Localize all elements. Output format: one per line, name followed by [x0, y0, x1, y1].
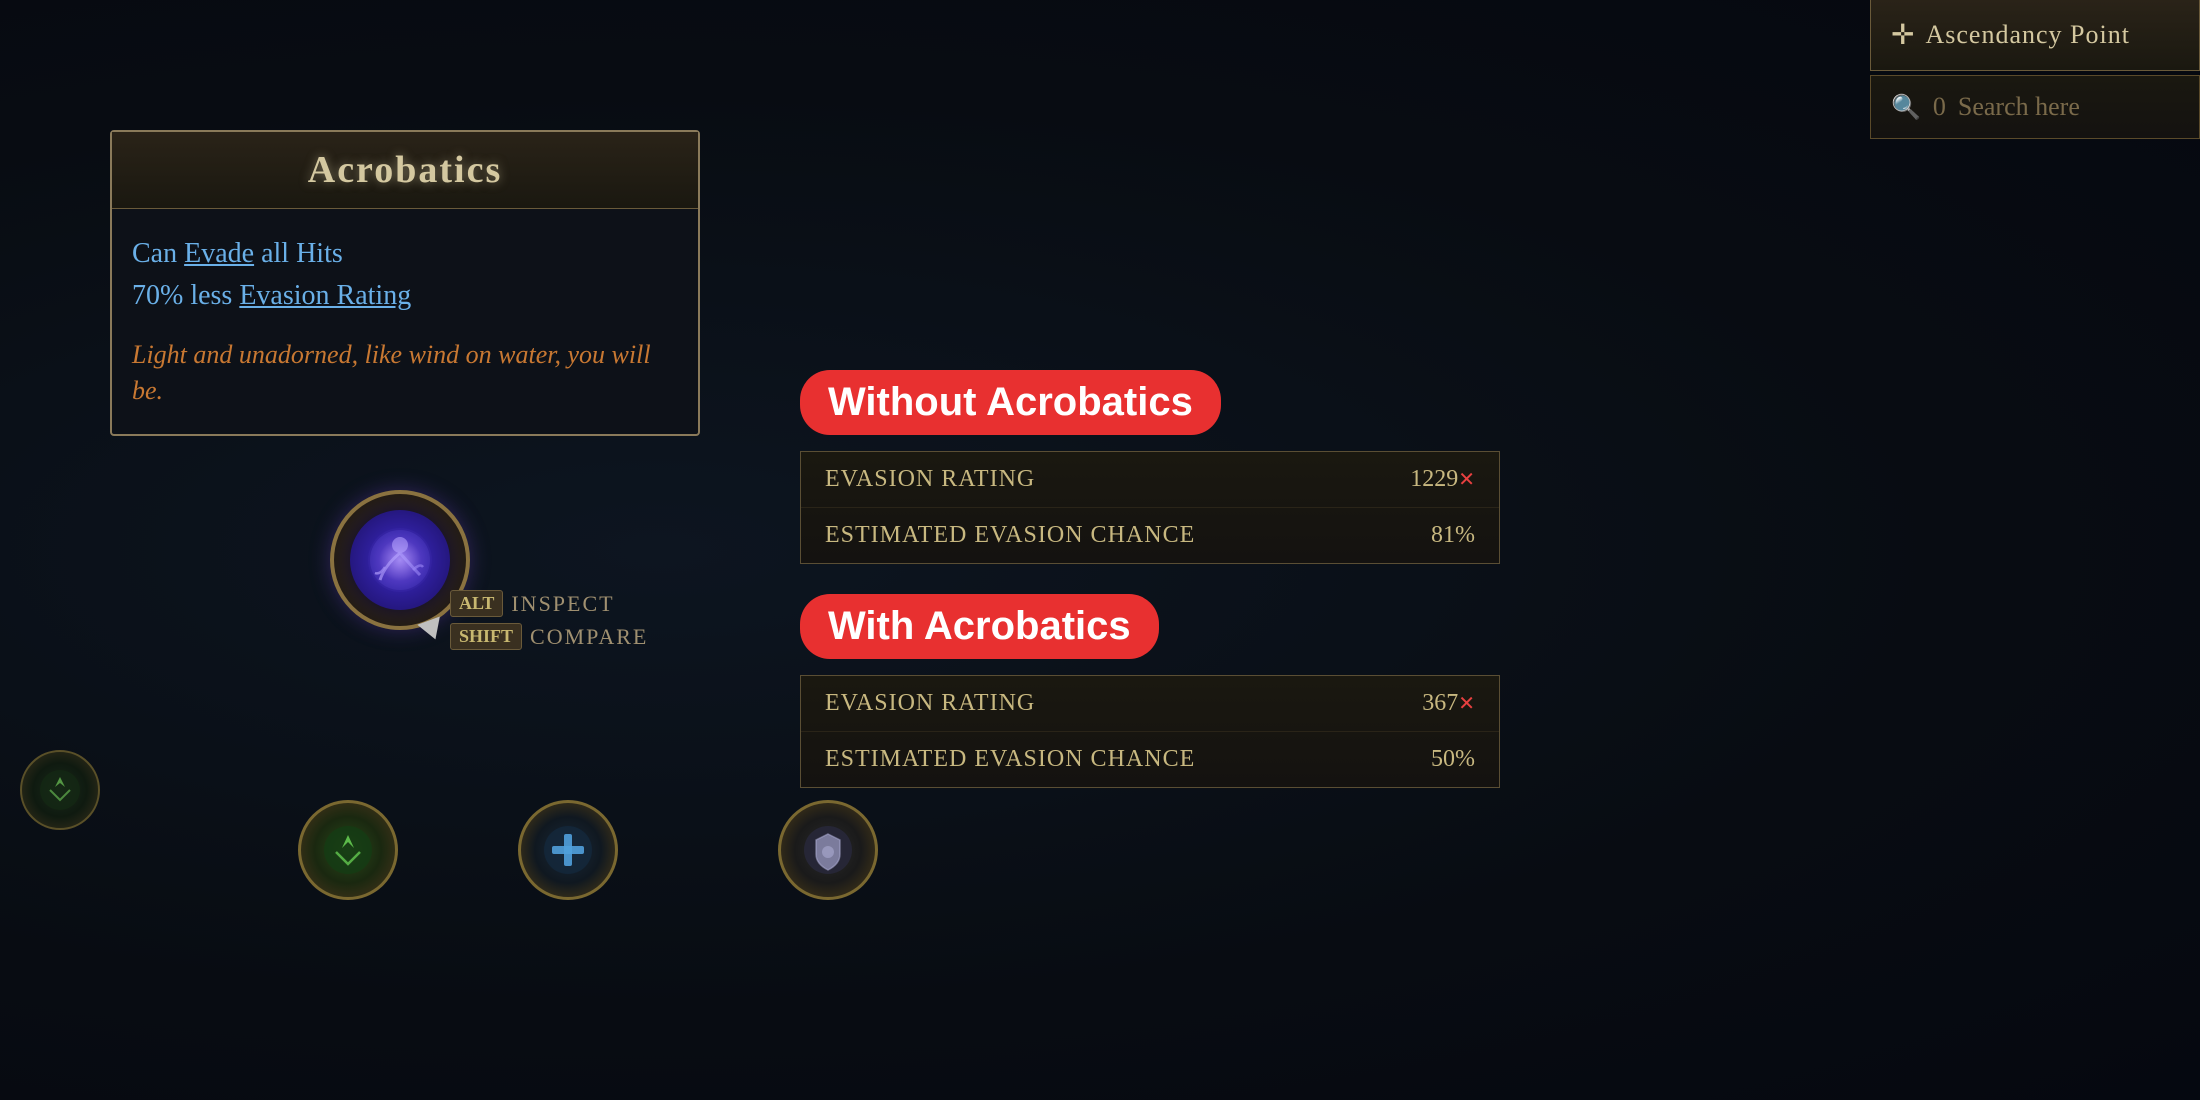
shift-key-badge: SHIFT	[450, 623, 522, 650]
context-item-compare[interactable]: SHIFT COMPARE	[450, 623, 648, 650]
acrobatics-tooltip: Acrobatics Can Evade all Hits 70% less E…	[110, 130, 700, 436]
bottom-node-2[interactable]	[518, 800, 618, 900]
top-right-panel: ✛ Ascendancy Point 🔍 0	[1870, 0, 2200, 139]
with-acrobatics-stats-panel: Evasion Rating 367✕ Estimated Evasion Ch…	[800, 675, 1500, 788]
search-box[interactable]: 🔍 0	[1870, 75, 2200, 139]
comparison-area: Without Acrobatics Evasion Rating 1229✕ …	[800, 370, 1500, 818]
with-estimated-evasion-value: 50%	[1431, 746, 1475, 773]
without-estimated-evasion-value: 81%	[1431, 522, 1475, 549]
search-count: 0	[1933, 92, 1946, 122]
without-estimated-evasion-row: Estimated Evasion Chance 81%	[801, 508, 1499, 563]
with-acrobatics-section: With Acrobatics Evasion Rating 367✕ Esti…	[800, 594, 1500, 788]
without-evasion-rating-row: Evasion Rating 1229✕	[801, 452, 1499, 508]
context-item-inspect[interactable]: ALT INSPECT	[450, 590, 648, 617]
compare-label: COMPARE	[530, 624, 648, 650]
tooltip-stat-line-2: 70% less Evasion Rating	[132, 275, 678, 317]
tooltip-stat-line-1: Can Evade all Hits	[132, 233, 678, 275]
without-acrobatics-section: Without Acrobatics Evasion Rating 1229✕ …	[800, 370, 1500, 564]
with-acrobatics-badge: With Acrobatics	[800, 594, 1159, 659]
with-evasion-rating-label: Evasion Rating	[825, 690, 1035, 717]
with-estimated-evasion-label: Estimated Evasion Chance	[825, 746, 1195, 773]
with-evasion-rating-value: 367✕	[1422, 690, 1475, 717]
left-skill-node[interactable]	[20, 750, 100, 830]
tooltip-flavor-text: Light and unadorned, like wind on water,…	[132, 337, 678, 410]
x-mark-2-icon: ✕	[1458, 693, 1475, 715]
ascendancy-point-button[interactable]: ✛ Ascendancy Point	[1870, 0, 2200, 71]
search-input[interactable]	[1958, 92, 2179, 122]
left-node-icon	[35, 765, 85, 815]
inspect-label: INSPECT	[511, 591, 614, 617]
bottom-node-1-icon	[318, 820, 378, 880]
plus-icon: ✛	[1891, 18, 1915, 52]
bottom-node-1[interactable]	[298, 800, 398, 900]
search-icon: 🔍	[1891, 93, 1921, 122]
without-evasion-rating-value: 1229✕	[1410, 466, 1475, 493]
acrobatics-skill-node[interactable]	[330, 490, 470, 630]
context-menu: ALT INSPECT SHIFT COMPARE	[450, 590, 648, 656]
ascendancy-label: Ascendancy Point	[1925, 20, 2129, 50]
bottom-node-3[interactable]	[778, 800, 878, 900]
with-estimated-evasion-row: Estimated Evasion Chance 50%	[801, 732, 1499, 787]
without-acrobatics-stats-panel: Evasion Rating 1229✕ Estimated Evasion C…	[800, 451, 1500, 564]
x-mark-icon: ✕	[1458, 469, 1475, 491]
without-estimated-evasion-label: Estimated Evasion Chance	[825, 522, 1195, 549]
tooltip-stats: Can Evade all Hits 70% less Evasion Rati…	[132, 233, 678, 317]
without-evasion-rating-label: Evasion Rating	[825, 466, 1035, 493]
skill-node-inner	[350, 510, 450, 610]
alt-key-badge: ALT	[450, 590, 503, 617]
bottom-node-2-icon	[538, 820, 598, 880]
tooltip-body: Can Evade all Hits 70% less Evasion Rati…	[112, 209, 698, 434]
without-acrobatics-badge: Without Acrobatics	[800, 370, 1221, 435]
tooltip-title: Acrobatics	[132, 148, 678, 192]
skill-node-glow	[370, 530, 430, 590]
bottom-node-3-icon	[798, 820, 858, 880]
tooltip-title-bar: Acrobatics	[112, 132, 698, 209]
with-evasion-rating-row: Evasion Rating 367✕	[801, 676, 1499, 732]
